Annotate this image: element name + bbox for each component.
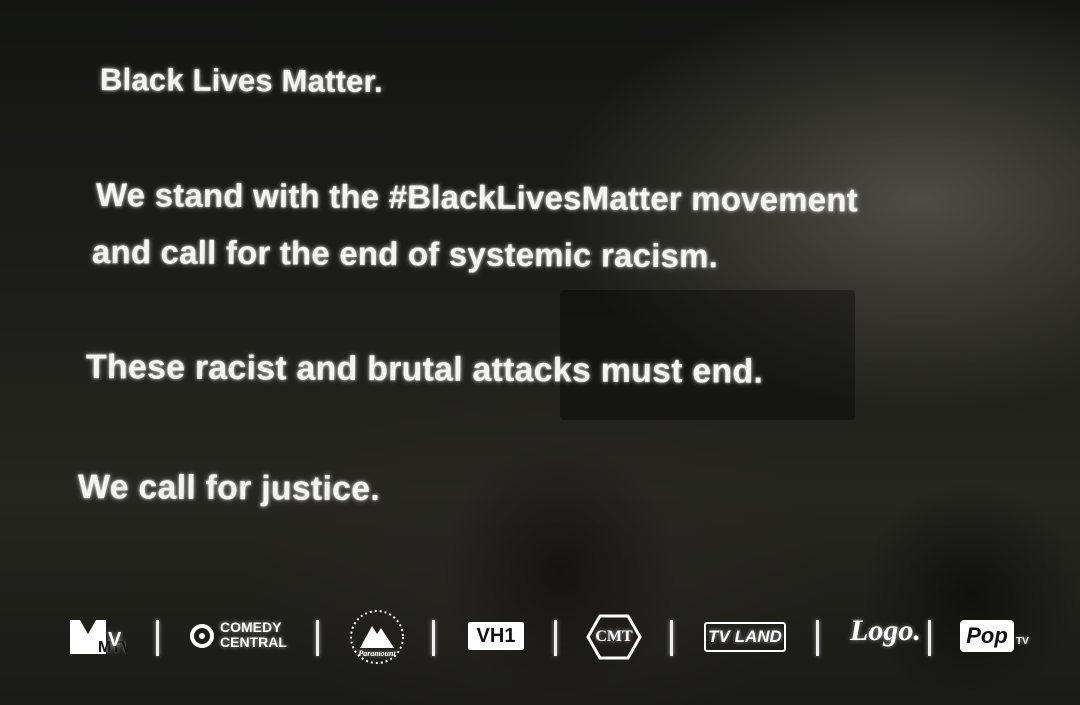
logo-network-logo: Logo.	[850, 614, 921, 647]
logo-separator	[670, 620, 673, 656]
network-logos-bar: MTV V COMEDY CENTRAL Paramount VH1 CMT T…	[60, 608, 1050, 668]
comedy-central-logo: COMEDY CENTRAL	[190, 618, 290, 654]
logo-separator	[316, 620, 319, 656]
background-reflection	[860, 480, 1080, 705]
statement-line: We call for justice.	[77, 468, 381, 509]
statement-line: These racist and brutal attacks must end…	[85, 348, 764, 391]
logo-separator	[156, 620, 159, 656]
pop-tv-suffix: TV	[1016, 636, 1029, 647]
svg-text:V: V	[108, 629, 122, 651]
tv-land-logo: TV LAND	[704, 622, 786, 652]
logo-separator	[432, 620, 435, 656]
cmt-logo: CMT	[586, 614, 642, 660]
statement-title: Black Lives Matter.	[99, 62, 384, 99]
statement-line: and call for the end of systemic racism.	[91, 233, 719, 275]
svg-text:Paramount: Paramount	[358, 649, 396, 658]
paramount-logo: Paramount	[348, 608, 406, 666]
comedy-central-text: COMEDY	[220, 619, 282, 635]
logo-separator	[554, 620, 557, 656]
comedy-central-text: CENTRAL	[220, 634, 287, 650]
pop-tv-logo: Pop	[960, 620, 1014, 652]
vh1-logo: VH1	[468, 622, 524, 650]
logo-separator	[928, 620, 931, 656]
comedy-central-icon	[190, 624, 214, 648]
logo-separator	[816, 620, 819, 656]
mtv-logo: MTV V	[68, 616, 132, 656]
statement-line: We stand with the #BlackLivesMatter move…	[95, 176, 859, 219]
